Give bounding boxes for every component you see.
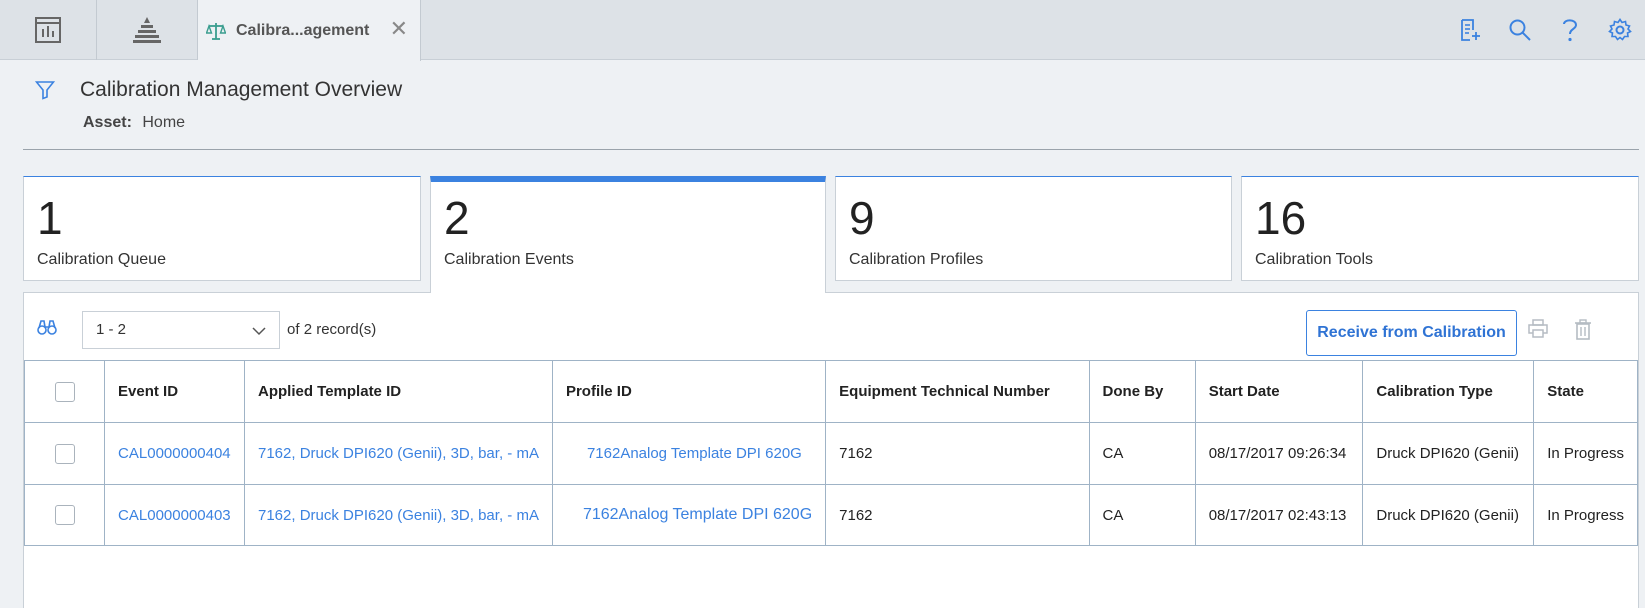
profile-id-link[interactable]: 7162Analog Template DPI 620G xyxy=(551,484,827,546)
select-all-cell xyxy=(23,360,106,423)
table-row[interactable]: CAL0000000403 7162, Druck DPI620 (Genii)… xyxy=(23,484,1638,546)
settings-icon xyxy=(1608,18,1632,41)
tab-label: Calibra...agement xyxy=(236,21,370,39)
table-header-row: Event ID Applied Template ID Profile ID … xyxy=(23,360,1638,423)
equipment-technical-number-cell: 7162 xyxy=(825,422,1090,485)
card-calibration-profiles[interactable]: 9 Calibration Profiles xyxy=(835,176,1232,281)
settings-button[interactable] xyxy=(1595,0,1645,60)
search-button[interactable] xyxy=(1495,0,1545,60)
binoculars-icon xyxy=(37,320,57,335)
asset-breadcrumb: Asset: Home xyxy=(83,114,185,132)
record-count: of 2 record(s) xyxy=(287,321,376,338)
applied-template-link[interactable]: 7162, Druck DPI620 (Genii), 3D, bar, - m… xyxy=(244,422,553,485)
search-icon xyxy=(1509,19,1531,41)
column-header-start-date[interactable]: Start Date xyxy=(1194,360,1364,423)
card-calibration-events[interactable]: 2 Calibration Events xyxy=(430,176,826,293)
select-all-checkbox[interactable] xyxy=(54,381,75,402)
row-select-cell xyxy=(23,422,106,485)
start-date-cell: 08/17/2017 02:43:13 xyxy=(1194,484,1364,546)
filter-icon xyxy=(34,81,56,100)
tab-calibration-management[interactable]: Calibra...agement ✕ xyxy=(198,0,421,61)
event-id-link[interactable]: CAL0000000404 xyxy=(104,422,245,485)
delete-button[interactable] xyxy=(1573,319,1593,346)
records-label: record(s) xyxy=(316,321,377,338)
header-divider xyxy=(23,149,1639,150)
table-row[interactable]: CAL0000000404 7162, Druck DPI620 (Genii)… xyxy=(23,422,1638,485)
page-title: Calibration Management Overview xyxy=(80,78,403,101)
asset-label: Asset: xyxy=(83,114,132,131)
page-range-value: 1 - 2 xyxy=(96,321,127,338)
page-range-select[interactable]: 1 - 2 xyxy=(82,311,280,349)
record-total: 2 xyxy=(303,321,313,338)
start-date-cell: 08/17/2017 09:26:34 xyxy=(1194,422,1364,485)
row-checkbox[interactable] xyxy=(54,505,75,525)
receive-from-calibration-button[interactable]: Receive from Calibration xyxy=(1306,310,1517,356)
new-document-icon xyxy=(1461,19,1480,41)
column-header-event-id[interactable]: Event ID xyxy=(104,360,245,423)
scales-icon xyxy=(206,22,226,40)
hierarchy-icon xyxy=(133,17,161,43)
events-table: Event ID Applied Template ID Profile ID … xyxy=(23,360,1638,546)
close-icon[interactable]: ✕ xyxy=(390,18,408,40)
calibration-type-cell: Druck DPI620 (Genii) xyxy=(1362,484,1535,546)
dashboard-icon xyxy=(35,17,61,43)
filter-button[interactable] xyxy=(34,80,56,105)
profile-id-link[interactable]: 7162Analog Template DPI 620G xyxy=(551,422,827,485)
app-tab-bar: Calibra...agement ✕ xyxy=(0,0,1645,61)
card-calibration-queue[interactable]: 1 Calibration Queue xyxy=(23,176,421,281)
equipment-technical-number-cell: 7162 xyxy=(825,484,1090,546)
calibration-type-cell: Druck DPI620 (Genii) xyxy=(1362,422,1535,485)
of-label: of xyxy=(287,321,300,338)
column-header-done-by[interactable]: Done By xyxy=(1088,360,1196,423)
row-checkbox[interactable] xyxy=(54,443,75,464)
print-icon xyxy=(1528,319,1548,338)
row-select-cell xyxy=(23,484,106,546)
card-calibration-tools[interactable]: 16 Calibration Tools xyxy=(1241,176,1639,281)
state-cell: In Progress xyxy=(1533,484,1638,546)
new-document-button[interactable] xyxy=(1445,0,1495,60)
card-label: Calibration Tools xyxy=(1255,251,1373,268)
column-header-profile-id[interactable]: Profile ID xyxy=(551,360,827,423)
done-by-cell: CA xyxy=(1088,422,1196,485)
card-count: 1 xyxy=(37,192,63,244)
trash-icon xyxy=(1575,319,1591,340)
tab-hierarchy[interactable] xyxy=(97,0,198,60)
applied-template-link[interactable]: 7162, Druck DPI620 (Genii), 3D, bar, - m… xyxy=(244,484,553,546)
column-header-applied-template-id[interactable]: Applied Template ID xyxy=(244,360,553,423)
card-count: 16 xyxy=(1255,192,1307,244)
tab-dashboard[interactable] xyxy=(0,0,97,60)
help-icon xyxy=(1563,19,1578,42)
card-label: Calibration Events xyxy=(444,251,574,268)
state-cell: In Progress xyxy=(1533,422,1638,485)
find-button[interactable] xyxy=(37,319,57,340)
global-toolbar xyxy=(1445,0,1645,60)
column-header-equipment-technical-number[interactable]: Equipment Technical Number xyxy=(825,360,1090,423)
card-count: 2 xyxy=(444,192,470,244)
chevron-down-icon xyxy=(252,327,266,336)
asset-value[interactable]: Home xyxy=(142,114,185,131)
card-label: Calibration Profiles xyxy=(849,251,984,268)
card-label: Calibration Queue xyxy=(37,251,166,268)
help-button[interactable] xyxy=(1545,0,1595,60)
done-by-cell: CA xyxy=(1088,484,1196,546)
events-panel: 1 - 2 of 2 record(s) Receive from Calibr… xyxy=(23,292,1639,608)
column-header-calibration-type[interactable]: Calibration Type xyxy=(1362,360,1535,423)
card-count: 9 xyxy=(849,192,875,244)
column-header-state[interactable]: State xyxy=(1533,360,1638,423)
print-button[interactable] xyxy=(1527,319,1549,344)
event-id-link[interactable]: CAL0000000403 xyxy=(104,484,245,546)
